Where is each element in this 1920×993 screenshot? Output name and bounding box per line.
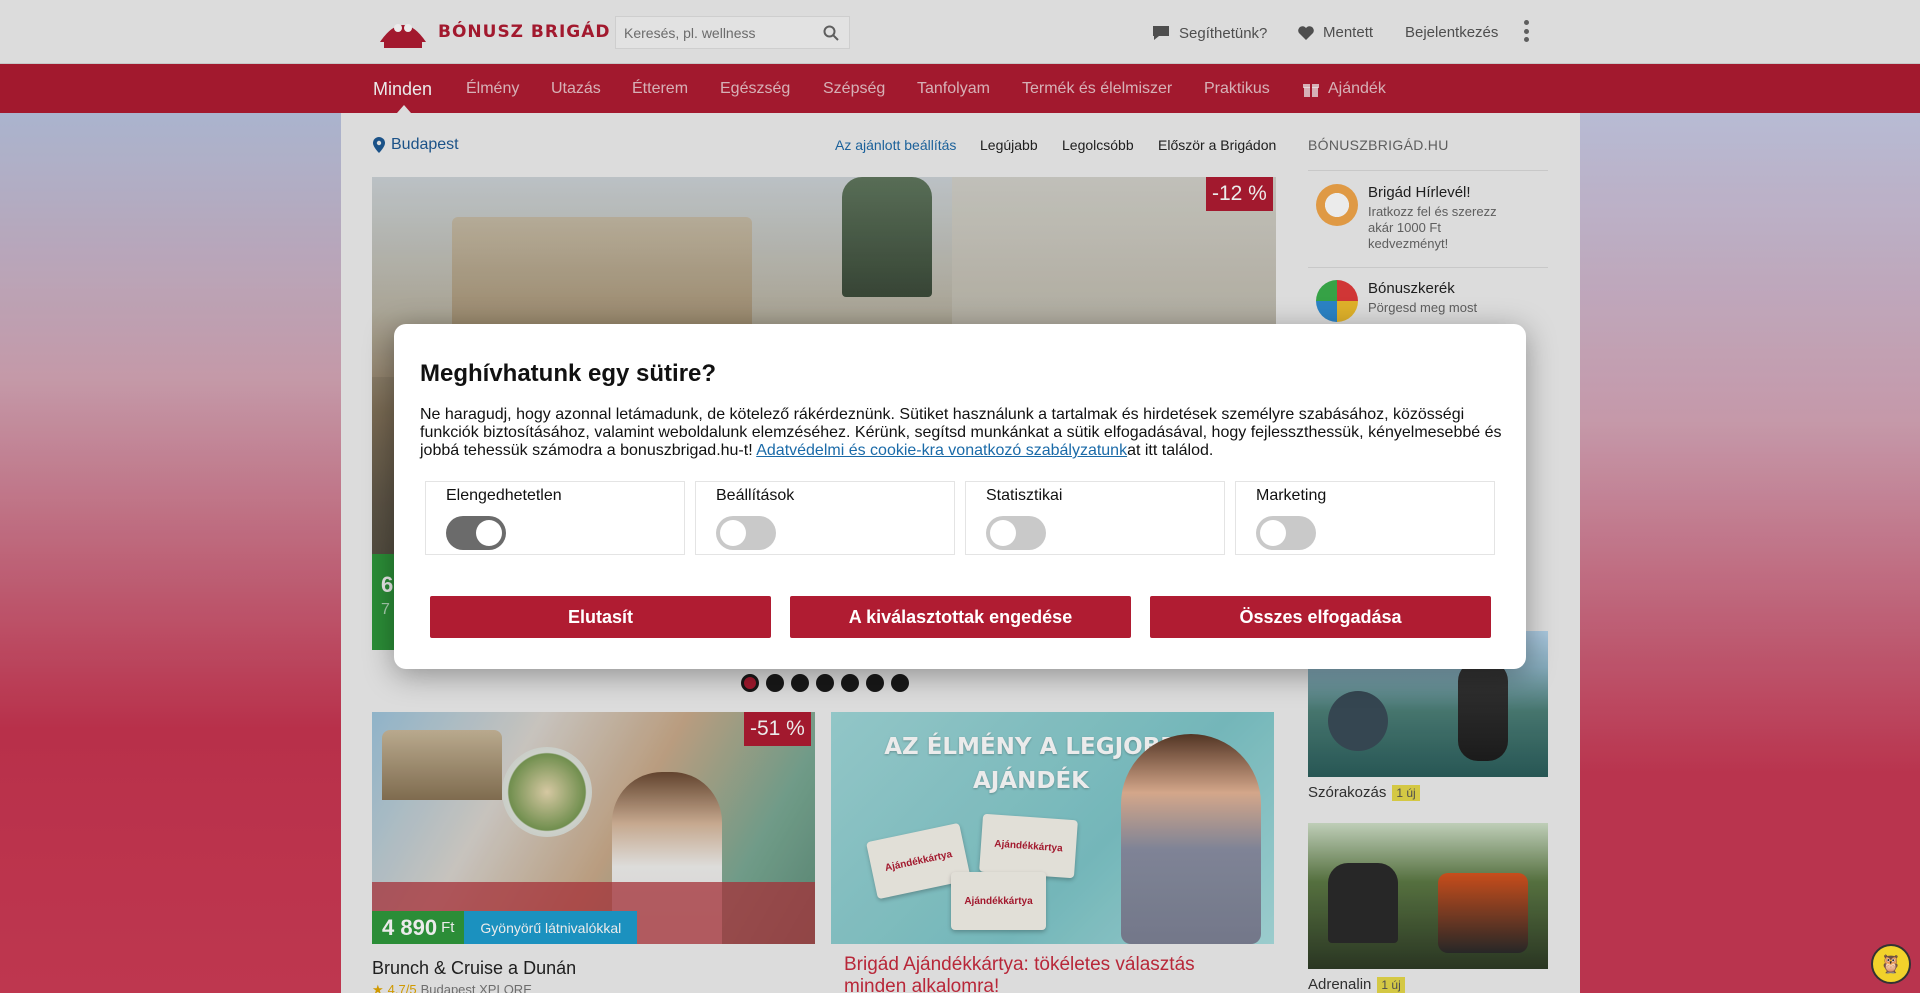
cookie-modal-title: Meghívhatunk egy sütire?: [420, 360, 717, 387]
reject-button[interactable]: Elutasít: [430, 596, 771, 638]
allow-selected-button[interactable]: A kiválasztottak engedése: [790, 596, 1131, 638]
cookie-modal-text: Ne haragudj, hogy azonnal letámadunk, de…: [420, 406, 1505, 460]
toggle-essential: Elengedhetetlen: [425, 481, 685, 555]
cookie-toggles: Elengedhetetlen Beállítások Statisztikai…: [425, 481, 1495, 555]
statistics-switch[interactable]: [986, 516, 1046, 550]
privacy-policy-link[interactable]: Adatvédelmi és cookie-kra vonatkozó szab…: [756, 442, 1127, 459]
cookie-modal-text-after: at itt találod.: [1127, 442, 1214, 459]
toggle-preferences: Beállítások: [695, 481, 955, 555]
toggle-statistics: Statisztikai: [965, 481, 1225, 555]
toggle-marketing: Marketing: [1235, 481, 1495, 555]
marketing-switch[interactable]: [1256, 516, 1316, 550]
chat-assistant-icon[interactable]: 🦉: [1871, 944, 1911, 984]
toggle-label: Beállítások: [716, 487, 795, 504]
toggle-label: Statisztikai: [986, 487, 1063, 504]
toggle-label: Elengedhetetlen: [446, 487, 562, 504]
accept-all-button[interactable]: Összes elfogadása: [1150, 596, 1491, 638]
cookie-consent-modal: Meghívhatunk egy sütire? Ne haragudj, ho…: [394, 324, 1526, 669]
preferences-switch[interactable]: [716, 516, 776, 550]
toggle-label: Marketing: [1256, 487, 1327, 504]
essential-switch[interactable]: [446, 516, 506, 550]
